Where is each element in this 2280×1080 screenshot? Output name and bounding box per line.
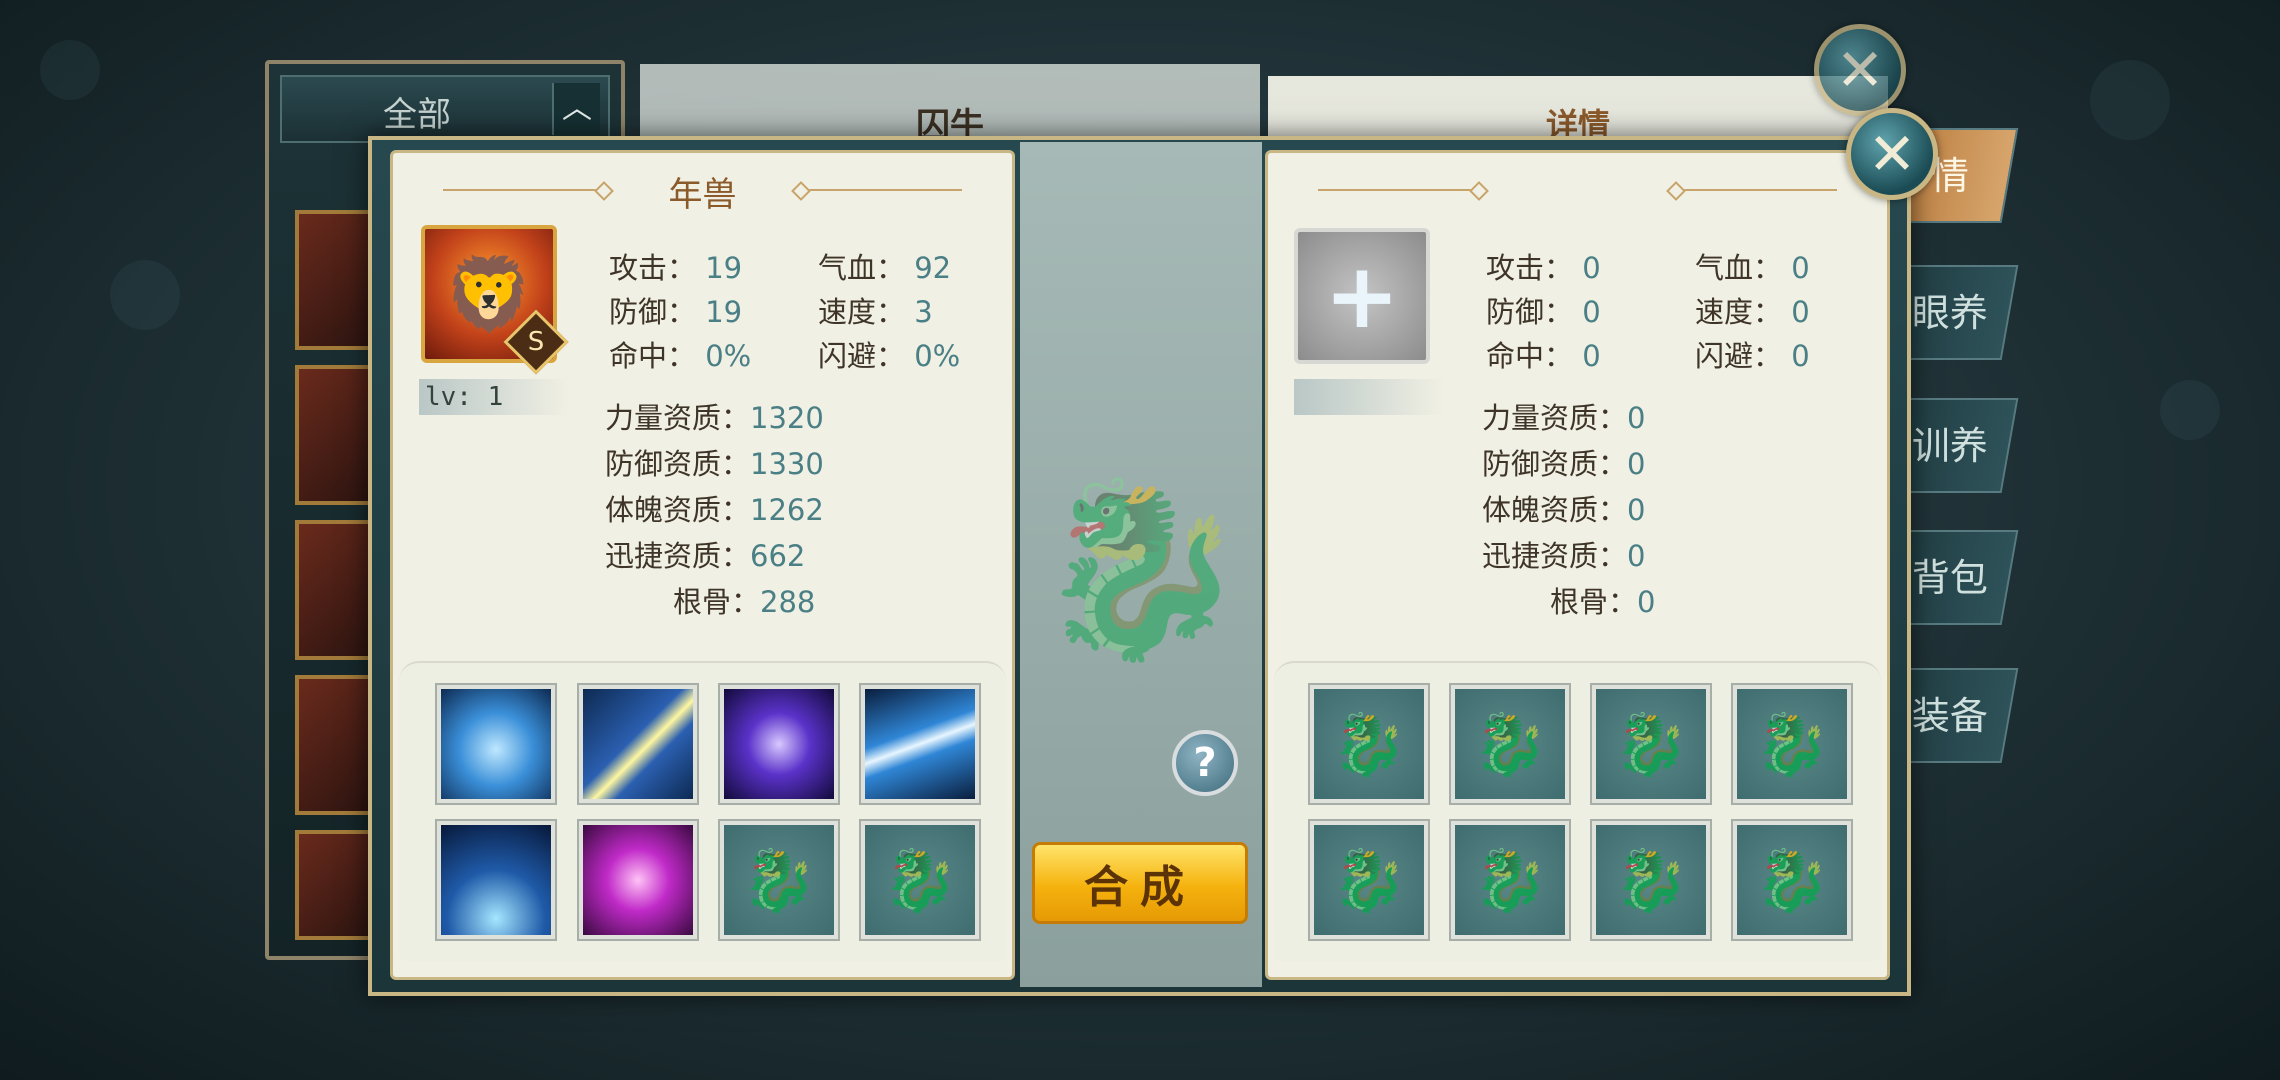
empty-skill-slot[interactable]: 🐉 xyxy=(1310,685,1428,803)
empty-slot-icon: 🐉 xyxy=(1472,709,1548,780)
title-ornament xyxy=(802,189,962,191)
stat-defense: 防御： 19 xyxy=(609,295,743,329)
add-pet-button[interactable]: + xyxy=(1294,228,1430,364)
magenta-vortex-skill-icon[interactable] xyxy=(579,821,697,939)
close-icon: ✕ xyxy=(1867,120,1917,188)
aptitude-defense: 防御资质：1330 xyxy=(605,447,824,481)
stat-hit: 命中： 0 xyxy=(1486,339,1601,373)
help-button[interactable]: ? xyxy=(1172,730,1238,796)
empty-slot-icon: 🐉 xyxy=(1613,845,1689,916)
empty-slot-icon: 🐉 xyxy=(882,845,958,916)
stat-speed: 速度： 3 xyxy=(818,295,933,329)
pet-filter-label: 全部 xyxy=(383,95,451,135)
empty-skill-slot[interactable]: 🐉 xyxy=(1451,685,1569,803)
stat-hp: 气血： 0 xyxy=(1695,251,1810,285)
aptitude-bone: 根骨：288 xyxy=(673,585,816,619)
empty-skill-slot[interactable]: 🐉 xyxy=(1733,685,1851,803)
pet-list-item[interactable] xyxy=(295,675,375,815)
purple-vortex-skill-icon[interactable] xyxy=(720,685,838,803)
plus-icon: + xyxy=(1324,243,1400,349)
empty-slot-icon: 🐉 xyxy=(1472,845,1548,916)
empty-slot-icon: 🐉 xyxy=(1331,845,1407,916)
lightning-skill-icon[interactable] xyxy=(861,685,979,803)
empty-slot-icon: 🐉 xyxy=(1613,709,1689,780)
background-bokeh xyxy=(2160,380,2220,440)
empty-slot-icon: 🐉 xyxy=(1754,845,1830,916)
dragon-emblem-icon: 🐉 xyxy=(1035,471,1247,669)
pet-list-item[interactable] xyxy=(295,830,375,940)
empty-slot-icon: 🐉 xyxy=(741,845,817,916)
empty-slot-icon: 🐉 xyxy=(1331,709,1407,780)
empty-skill-slot[interactable]: 🐉 xyxy=(720,821,838,939)
source-pet-name: 年兽 xyxy=(668,175,737,215)
close-button[interactable]: ✕ xyxy=(1846,108,1938,200)
stat-attack: 攻击： 0 xyxy=(1486,251,1601,285)
aptitude-physique: 体魄资质：1262 xyxy=(605,493,824,527)
pet-list-item[interactable] xyxy=(295,210,375,350)
pet-list-item[interactable] xyxy=(295,365,375,505)
aptitude-physique: 体魄资质：0 xyxy=(1482,493,1646,527)
background-bokeh xyxy=(2090,60,2170,140)
ice-spikes-skill-icon[interactable] xyxy=(437,821,555,939)
stat-speed: 速度： 0 xyxy=(1695,295,1810,329)
chevron-up-icon[interactable]: ︿ xyxy=(552,83,600,135)
empty-skill-slot[interactable]: 🐉 xyxy=(1592,685,1710,803)
skill-grid: 🐉 🐉 xyxy=(399,661,1006,961)
title-ornament xyxy=(1677,189,1837,191)
combine-button[interactable]: 合成 xyxy=(1032,842,1248,924)
empty-slot-icon: 🐉 xyxy=(1754,709,1830,780)
background-bokeh xyxy=(110,260,180,330)
aptitude-bone: 根骨：0 xyxy=(1550,585,1656,619)
skill-grid: 🐉 🐉 🐉 🐉 🐉 🐉 🐉 🐉 xyxy=(1274,661,1881,961)
heart-water-skill-icon[interactable] xyxy=(437,685,555,803)
stat-dodge: 闪避： 0 xyxy=(1695,339,1810,373)
title-ornament xyxy=(1318,189,1478,191)
pet-filter-dropdown[interactable]: 全部 ︿ xyxy=(280,75,610,143)
empty-skill-slot[interactable]: 🐉 xyxy=(1733,821,1851,939)
aptitude-agility: 迅捷资质：0 xyxy=(1482,539,1646,573)
background-bokeh xyxy=(40,40,100,100)
empty-skill-slot[interactable]: 🐉 xyxy=(861,821,979,939)
pet-level: lv: 1 xyxy=(419,379,569,415)
stat-dodge: 闪避： 0% xyxy=(818,339,961,373)
empty-skill-slot[interactable]: 🐉 xyxy=(1592,821,1710,939)
stat-hp: 气血： 92 xyxy=(818,251,952,285)
target-pet-card: + 攻击： 0 气血： 0 防御： 0 速度： 0 命中： 0 闪避： 0 力量… xyxy=(1265,150,1890,980)
pet-list-item[interactable] xyxy=(295,520,375,660)
stat-hit: 命中： 0% xyxy=(609,339,752,373)
stat-defense: 防御： 0 xyxy=(1486,295,1601,329)
empty-skill-slot[interactable]: 🐉 xyxy=(1451,821,1569,939)
background-close-button[interactable]: ✕ xyxy=(1814,24,1906,116)
aptitude-strength: 力量资质：1320 xyxy=(605,401,824,435)
stat-attack: 攻击： 19 xyxy=(609,251,743,285)
slash-strike-skill-icon[interactable] xyxy=(579,685,697,803)
empty-skill-slot[interactable]: 🐉 xyxy=(1310,821,1428,939)
source-pet-card: 年兽 🦁 S lv: 1 攻击： 19 气血： 92 防御： 19 速度： 3 … xyxy=(390,150,1015,980)
source-pet-portrait[interactable]: 🦁 S xyxy=(421,225,569,375)
aptitude-agility: 迅捷资质：662 xyxy=(605,539,806,573)
aptitude-strength: 力量资质：0 xyxy=(1482,401,1646,435)
pet-level-empty xyxy=(1294,379,1444,415)
aptitude-defense: 防御资质：0 xyxy=(1482,447,1646,481)
